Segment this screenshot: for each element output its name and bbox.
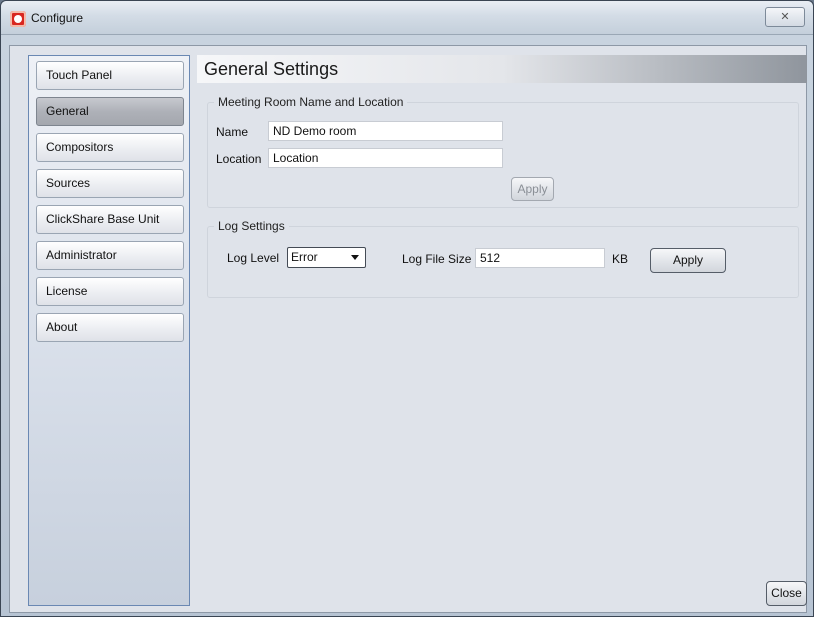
app-icon (10, 11, 26, 27)
title-bar[interactable]: Configure ✕ (1, 1, 813, 35)
page-title: General Settings (197, 55, 807, 83)
dropdown-arrow-icon (351, 255, 359, 260)
name-field[interactable]: ND Demo room (268, 121, 503, 141)
log-settings-apply-button[interactable]: Apply (650, 248, 726, 273)
configure-window: Configure ✕ Touch Panel General Composit… (0, 0, 814, 617)
sidebar-item-touch-panel[interactable]: Touch Panel (36, 61, 184, 90)
sidebar-nav: Touch Panel General Compositors Sources … (28, 55, 190, 606)
log-level-dropdown[interactable]: Error (287, 247, 366, 268)
meeting-room-apply-button[interactable]: Apply (511, 177, 554, 201)
log-settings-legend: Log Settings (218, 219, 285, 233)
log-level-label: Log Level (227, 251, 280, 265)
sidebar-item-clickshare-base-unit[interactable]: ClickShare Base Unit (36, 205, 184, 234)
location-label: Location (216, 152, 262, 166)
log-file-size-unit: KB (612, 252, 629, 266)
meeting-room-legend: Meeting Room Name and Location (218, 95, 404, 109)
sidebar-item-administrator[interactable]: Administrator (36, 241, 184, 270)
close-button[interactable]: Close (766, 581, 807, 606)
log-level-value: Error (291, 250, 318, 264)
window-close-button[interactable]: ✕ (765, 7, 805, 27)
log-file-size-label: Log File Size (402, 252, 472, 266)
sidebar-item-license[interactable]: License (36, 277, 184, 306)
log-file-size-field[interactable]: 512 (475, 248, 605, 268)
sidebar-item-compositors[interactable]: Compositors (36, 133, 184, 162)
window-title: Configure (31, 11, 84, 25)
settings-panel: General Settings Meeting Room Name and L… (195, 55, 807, 606)
client-area: Touch Panel General Compositors Sources … (9, 45, 807, 613)
sidebar-item-about[interactable]: About (36, 313, 184, 342)
sidebar-item-sources[interactable]: Sources (36, 169, 184, 198)
location-field[interactable]: Location (268, 148, 503, 168)
name-label: Name (216, 125, 249, 139)
sidebar-item-general[interactable]: General (36, 97, 184, 126)
